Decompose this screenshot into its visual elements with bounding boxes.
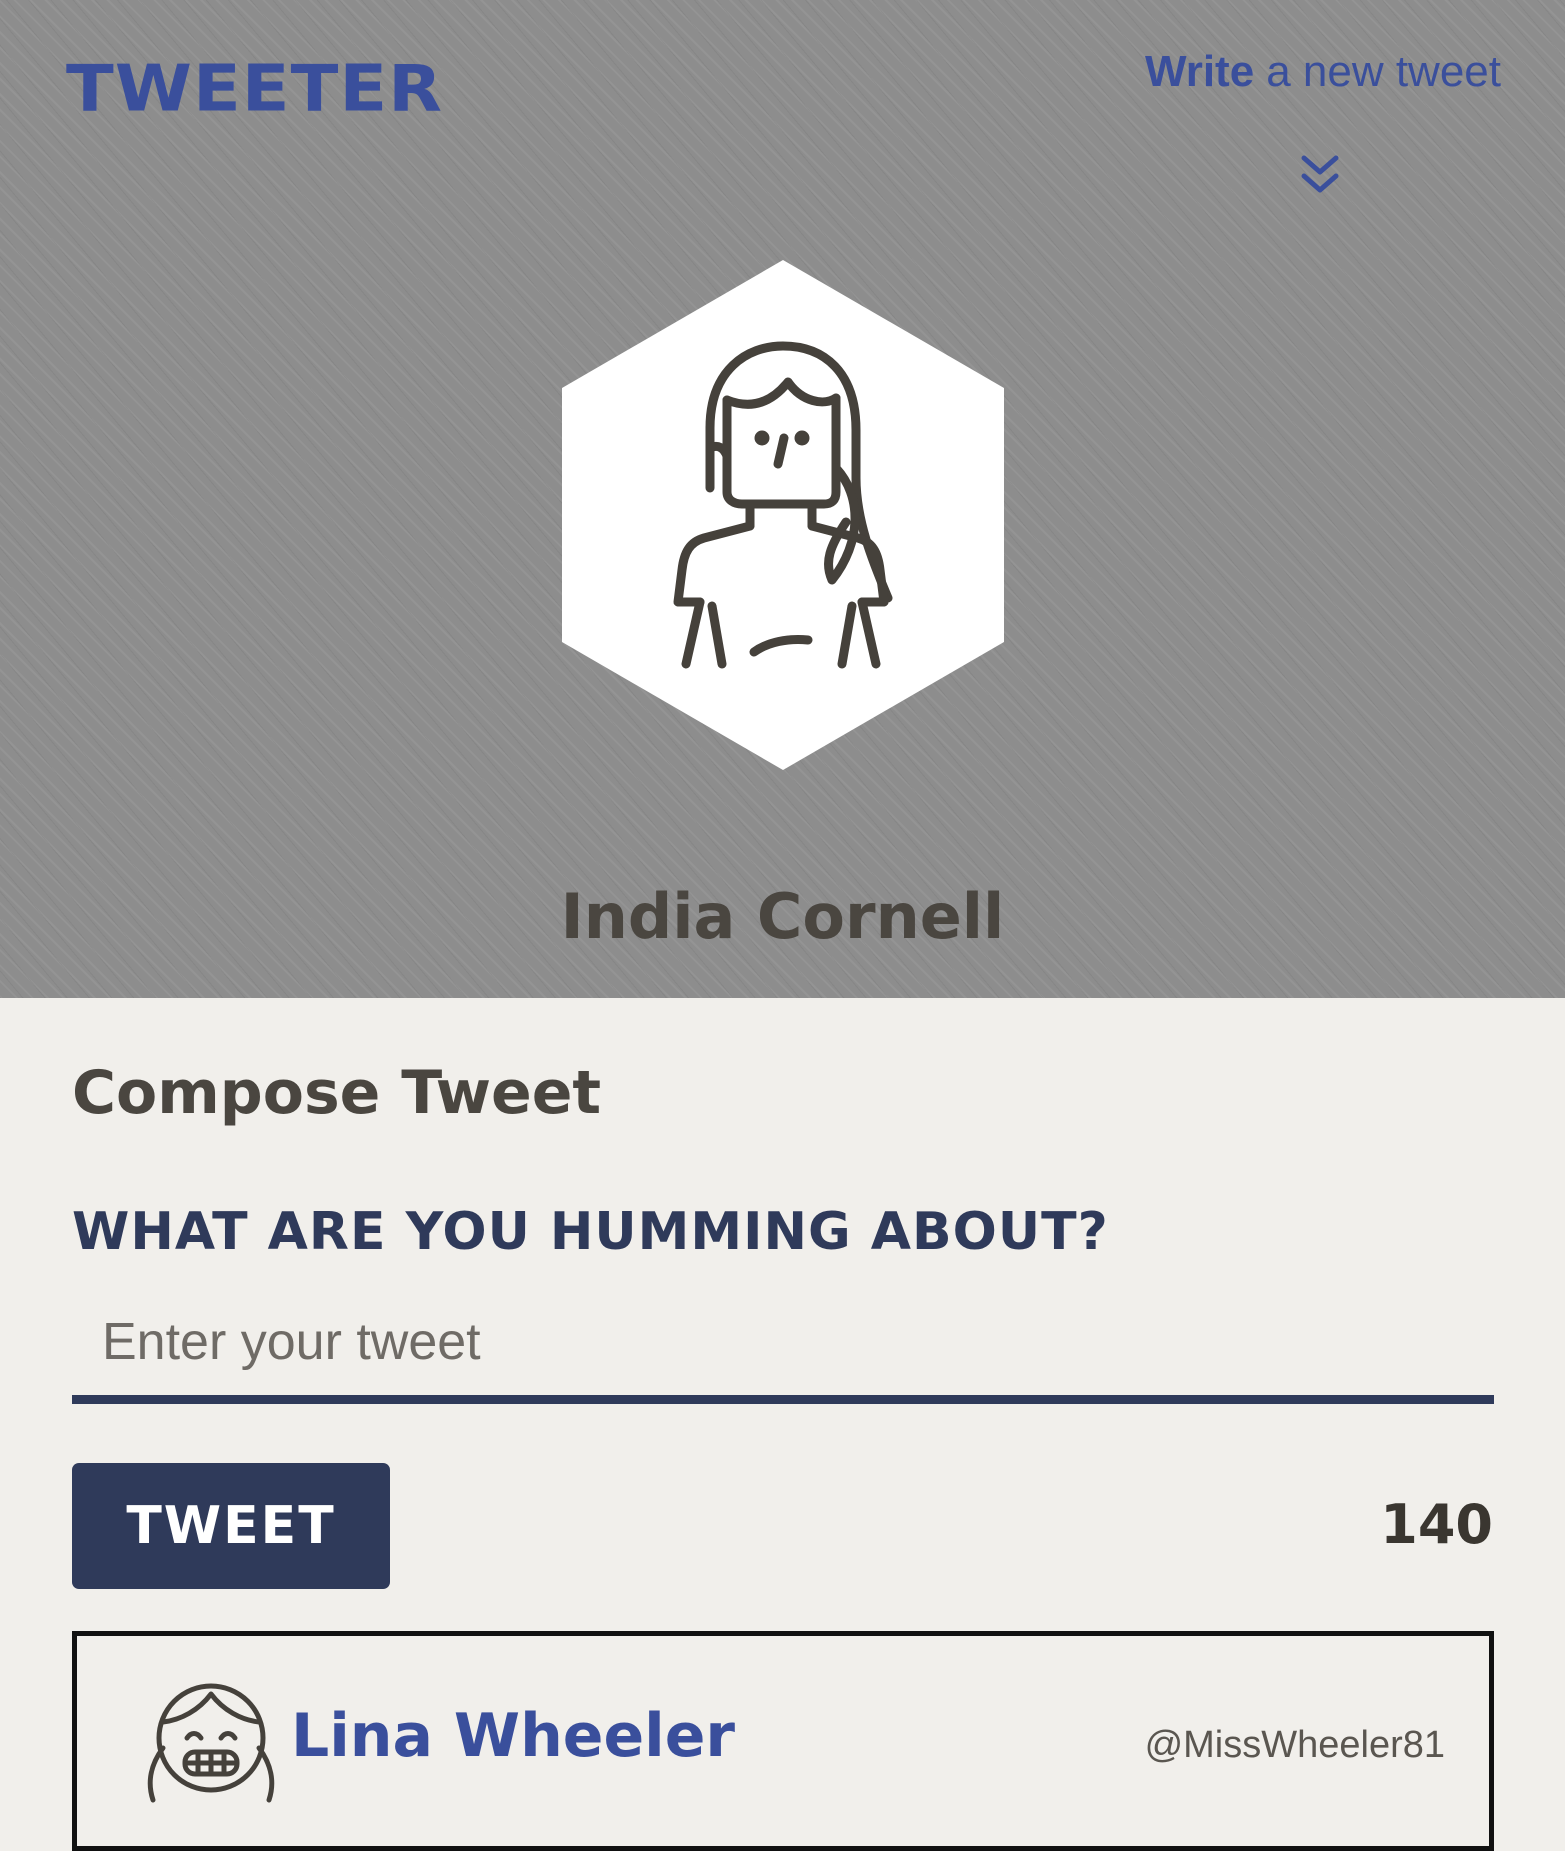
compose-title: Compose Tweet bbox=[72, 1058, 602, 1128]
tweet-author-handle: @MissWheeler81 bbox=[1144, 1724, 1445, 1766]
tweet-button[interactable]: TWEET bbox=[72, 1463, 390, 1589]
girl-avatar-icon bbox=[147, 1683, 275, 1803]
write-new-tweet-link[interactable]: Write a new tweet bbox=[1144, 47, 1501, 96]
tweet-author-name[interactable]: Lina Wheeler bbox=[291, 1706, 735, 1766]
profile-name: India Cornell bbox=[560, 880, 1005, 953]
double-chevron-down-icon[interactable] bbox=[1300, 154, 1340, 198]
tweet-input[interactable] bbox=[72, 1300, 1494, 1404]
compose-prompt-label: What are you humming about? bbox=[72, 1202, 1109, 1262]
char-counter: 140 bbox=[1380, 1493, 1493, 1556]
profile-header: TWEETER Write a new tweet India Cornell bbox=[0, 0, 1565, 998]
woman-avatar-icon bbox=[562, 260, 1004, 770]
write-label: Write bbox=[1144, 47, 1255, 96]
tweet-card: Lina Wheeler @MissWheeler81 bbox=[72, 1631, 1494, 1851]
write-suffix: a new tweet bbox=[1266, 47, 1501, 96]
brand-logo[interactable]: TWEETER bbox=[66, 56, 443, 120]
